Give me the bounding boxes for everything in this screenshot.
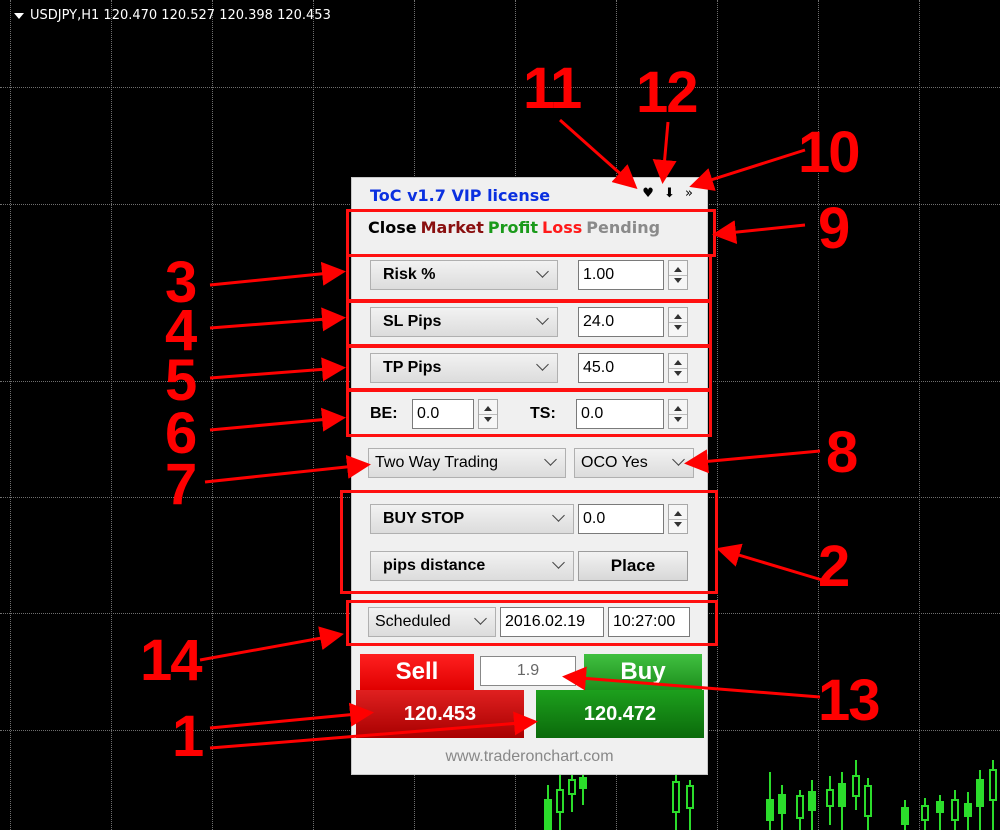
sell-button[interactable]: Sell: [360, 654, 474, 690]
annotation-box-6: [346, 389, 712, 437]
heart-icon[interactable]: ♥: [642, 186, 654, 201]
annotation-box-3: [346, 254, 712, 302]
annotation-box-14: [346, 600, 718, 646]
annotation-number-1: 1: [172, 704, 204, 769]
footer-link[interactable]: www.traderonchart.com: [352, 748, 707, 766]
chevron-down-icon: [672, 453, 685, 466]
double-chevron-icon[interactable]: »: [685, 186, 693, 201]
annotation-box-4: [346, 300, 712, 347]
title-icons: ♥ ⬇ »: [636, 186, 693, 201]
buy-price[interactable]: 120.472: [536, 690, 704, 738]
annotation-box-9: [346, 209, 716, 257]
annotation-number-10: 10: [798, 120, 860, 185]
chart-symbol-info: USDJPY,H1 120.470 120.527 120.398 120.45…: [30, 8, 331, 23]
chart-header: USDJPY,H1 120.470 120.527 120.398 120.45…: [14, 8, 331, 23]
oco-label: OCO Yes: [581, 454, 648, 471]
spread-display: 1.9: [480, 656, 576, 686]
annotation-number-14: 14: [140, 628, 202, 693]
annotation-number-13: 13: [818, 668, 880, 733]
buy-button[interactable]: Buy: [584, 654, 702, 690]
annotation-box-5: [346, 345, 712, 391]
chevron-down-icon: [544, 453, 557, 466]
trading-mode-select[interactable]: Two Way Trading: [368, 448, 566, 478]
sell-price[interactable]: 120.453: [356, 690, 524, 738]
annotation-number-12: 12: [636, 60, 698, 125]
annotation-number-11: 11: [523, 56, 582, 121]
annotation-number-8: 8: [826, 420, 858, 485]
annotation-number-2: 2: [818, 534, 850, 599]
annotation-box-2: [340, 490, 718, 594]
oco-select[interactable]: OCO Yes: [574, 448, 694, 478]
dropdown-triangle-icon[interactable]: [14, 12, 24, 19]
annotation-number-7: 7: [165, 452, 197, 517]
trading-mode-label: Two Way Trading: [375, 454, 499, 471]
arrow-down-icon[interactable]: ⬇: [664, 186, 675, 201]
panel-title: ToC v1.7 VIP license: [370, 186, 551, 205]
annotation-number-9: 9: [818, 196, 850, 261]
